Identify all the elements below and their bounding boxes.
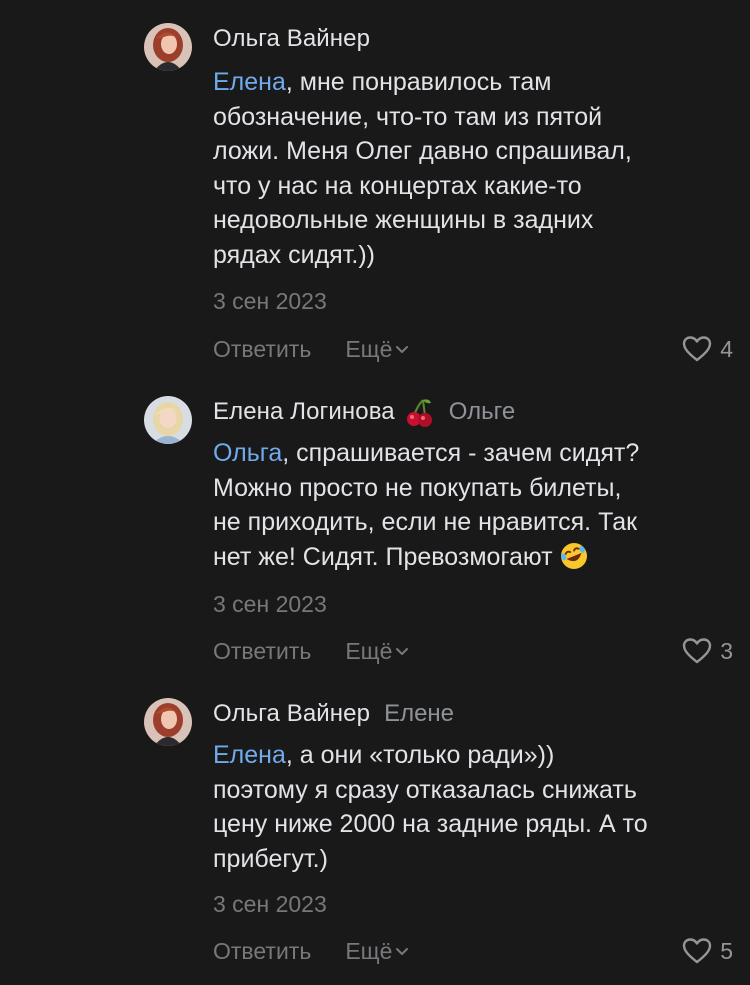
like-count: 3 [720, 637, 733, 664]
comment-date[interactable]: 3 сен 2023 [213, 288, 327, 315]
comment-date[interactable]: 3 сен 2023 [213, 591, 327, 618]
chevron-down-icon [396, 948, 409, 955]
heart-icon [683, 336, 712, 362]
cherry-icon [406, 399, 432, 427]
more-label: Ещё [345, 637, 393, 664]
chevron-down-icon [396, 648, 409, 655]
comment-actions: Ответить Ещё 3 [213, 635, 733, 667]
reply-to-label[interactable]: Елене [384, 700, 454, 728]
mention-link[interactable]: Елена [213, 741, 286, 769]
heart-icon [683, 638, 712, 664]
comment-header: Ольга Вайнер [213, 23, 370, 55]
more-button[interactable]: Ещё [345, 638, 409, 665]
comment-header: Ольга Вайнер Елене [213, 698, 454, 730]
avatar[interactable] [144, 698, 192, 746]
more-button[interactable]: Ещё [345, 938, 409, 965]
like-count: 5 [720, 937, 733, 964]
comment-actions: Ответить Ещё 4 [213, 333, 733, 365]
reply-button[interactable]: Ответить [213, 638, 311, 665]
more-label: Ещё [345, 335, 393, 362]
heart-icon [683, 938, 712, 964]
comment-body: , мне понравилось там обозначение, что-т… [213, 68, 632, 269]
rofl-emoji-icon [560, 542, 587, 569]
like-count: 4 [720, 335, 733, 362]
reply-to-label[interactable]: Ольге [449, 398, 515, 426]
author-name[interactable]: Ольга Вайнер [213, 700, 370, 728]
reply-button[interactable]: Ответить [213, 938, 311, 965]
author-name[interactable]: Елена Логинова [213, 398, 395, 426]
avatar[interactable] [144, 396, 192, 444]
more-button[interactable]: Ещё [345, 336, 409, 363]
mention-link[interactable]: Ольга [213, 439, 282, 467]
avatar[interactable] [144, 23, 192, 71]
comment-text: Ольга, спрашивается - зачем сидят? Можно… [213, 436, 733, 574]
comment-actions: Ответить Ещё 5 [213, 935, 733, 967]
more-label: Ещё [345, 937, 393, 964]
like-button[interactable]: 3 [682, 637, 733, 665]
comment-header: Елена Логинова Ольге [213, 396, 515, 428]
chevron-down-icon [396, 346, 409, 353]
comment-date[interactable]: 3 сен 2023 [213, 891, 327, 918]
like-button[interactable]: 4 [682, 335, 733, 363]
comment-text: Елена, а они «только ради»)) поэтому я с… [213, 738, 733, 876]
comment-text: Елена, мне понравилось там обозначение, … [213, 65, 733, 272]
author-name[interactable]: Ольга Вайнер [213, 25, 370, 53]
reply-button[interactable]: Ответить [213, 336, 311, 363]
like-button[interactable]: 5 [682, 937, 733, 965]
mention-link[interactable]: Елена [213, 68, 286, 96]
